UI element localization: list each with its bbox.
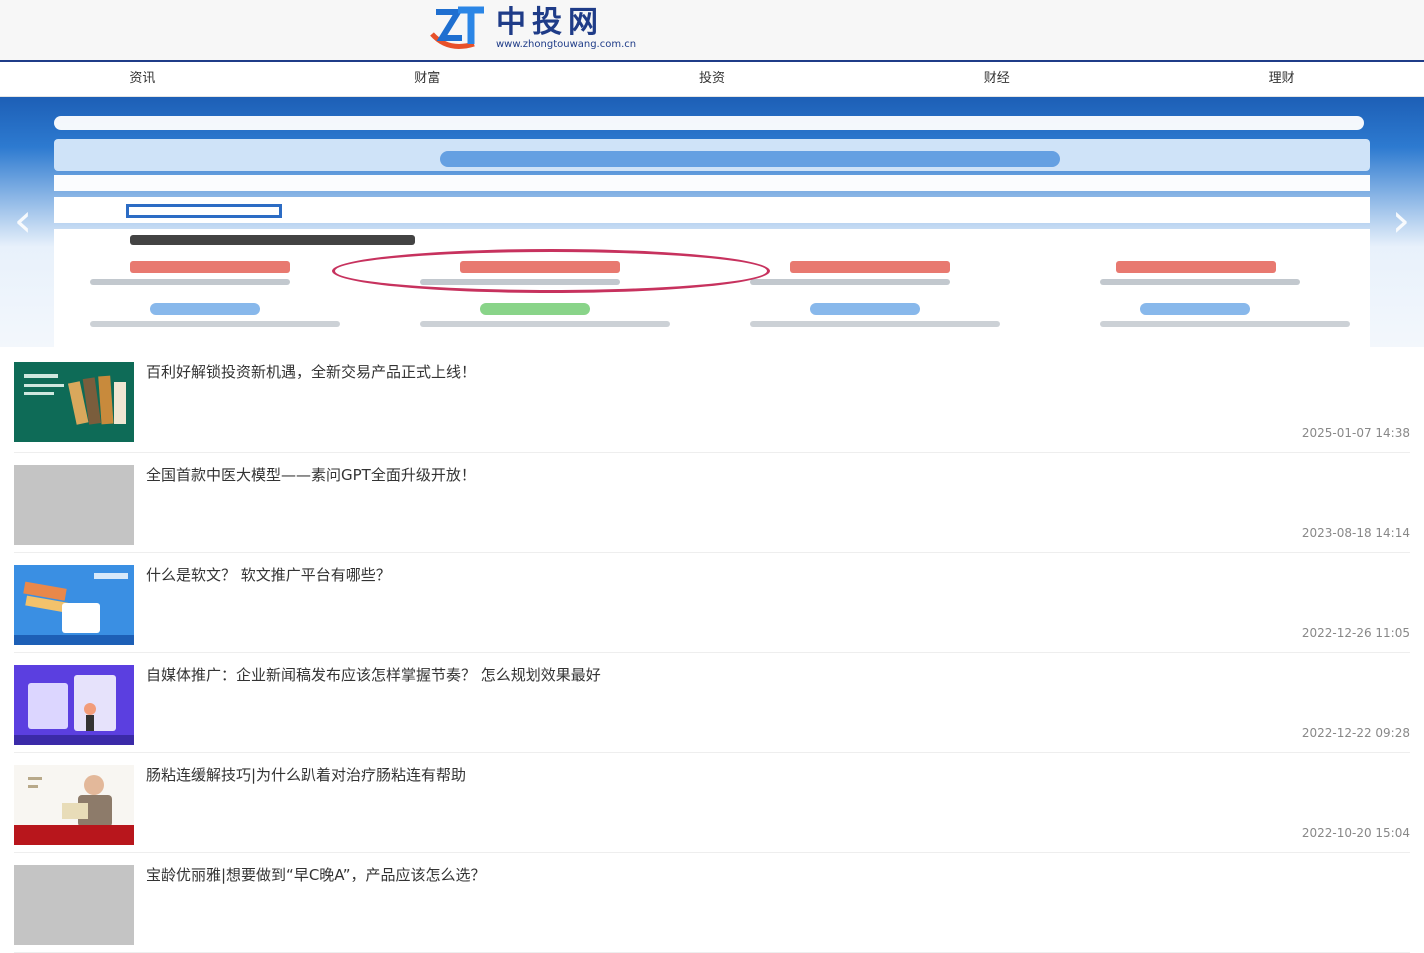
article-thumbnail[interactable] bbox=[14, 362, 134, 442]
list-item[interactable]: 肠粘连缓解技巧|为什么趴着对治疗肠粘连有帮助 2022-10-20 15:04 bbox=[14, 753, 1410, 853]
logo-url: www.zhongtouwang.com.cn bbox=[496, 39, 637, 50]
banner-image-pill bbox=[810, 303, 920, 315]
books-illustration-icon bbox=[14, 565, 134, 645]
nav-item-wealth[interactable]: 财富 bbox=[285, 62, 570, 96]
banner-image-service-tag bbox=[1116, 261, 1276, 273]
nav-item-investment[interactable]: 投资 bbox=[570, 62, 855, 96]
carousel-next-arrow-icon[interactable]: › bbox=[1386, 197, 1416, 243]
logo-title: 中投网 bbox=[496, 5, 604, 40]
article-date: 2025-01-07 14:38 bbox=[1301, 426, 1410, 440]
banner-image-chip bbox=[440, 151, 1060, 167]
site-header: 中投网 www.zhongtouwang.com.cn bbox=[0, 0, 1424, 62]
list-item[interactable]: 自媒体推广：企业新闻稿发布应该怎样掌握节奏？ 怎么规划效果最好 2022-12-… bbox=[14, 653, 1410, 753]
nav-item-news[interactable]: 资讯 bbox=[0, 62, 285, 96]
list-item[interactable]: 全国首款中医大模型——素问GPT全面升级开放！ 2023-08-18 14:14 bbox=[14, 453, 1410, 553]
banner-image-service-text bbox=[750, 321, 1000, 327]
banner-image-pill bbox=[480, 303, 590, 315]
main-nav: 资讯 财富 投资 财经 理财 bbox=[0, 62, 1424, 97]
banner-image-highlight bbox=[332, 249, 770, 293]
zt-logo-icon bbox=[430, 6, 484, 49]
article-date: 2022-12-26 11:05 bbox=[1301, 626, 1410, 640]
banner-carousel[interactable]: ‹ › bbox=[0, 97, 1424, 347]
banner-image-notice-tag bbox=[126, 204, 282, 218]
article-title[interactable]: 全国首款中医大模型——素问GPT全面升级开放！ bbox=[146, 465, 476, 552]
article-thumbnail-placeholder[interactable] bbox=[14, 465, 134, 545]
banner-image-service-text bbox=[750, 279, 950, 285]
banner-image-heading bbox=[130, 235, 415, 245]
list-item[interactable]: 百利好解锁投资新机遇，全新交易产品正式上线！ 2025-01-07 14:38 bbox=[14, 347, 1410, 453]
nav-item-finance[interactable]: 财经 bbox=[854, 62, 1139, 96]
banner-image-panel bbox=[54, 229, 1370, 347]
article-thumbnail[interactable] bbox=[14, 665, 134, 745]
article-title[interactable]: 百利好解锁投资新机遇，全新交易产品正式上线！ bbox=[146, 362, 476, 452]
banner-image-row bbox=[54, 175, 1370, 191]
media-promotion-illustration-icon bbox=[14, 665, 134, 745]
article-thumbnail[interactable] bbox=[14, 765, 134, 845]
banner-image-service-text bbox=[420, 321, 670, 327]
article-title[interactable]: 肠粘连缓解技巧|为什么趴着对治疗肠粘连有帮助 bbox=[146, 765, 466, 852]
banner-image-service-text bbox=[90, 279, 290, 285]
carousel-prev-arrow-icon[interactable]: ‹ bbox=[8, 197, 38, 243]
article-title[interactable]: 自媒体推广：企业新闻稿发布应该怎样掌握节奏？ 怎么规划效果最好 bbox=[146, 665, 601, 752]
banner-image-pill bbox=[1140, 303, 1250, 315]
list-item[interactable]: 宝龄优丽雅|想要做到“早C晚A”，产品应该怎么选？ bbox=[14, 853, 1410, 953]
article-title[interactable]: 什么是软文？ 软文推广平台有哪些？ bbox=[146, 565, 391, 652]
article-thumbnail[interactable] bbox=[14, 565, 134, 645]
list-item[interactable]: 什么是软文？ 软文推广平台有哪些？ 2022-12-26 11:05 bbox=[14, 553, 1410, 653]
article-date: 2022-12-22 09:28 bbox=[1301, 726, 1410, 740]
article-title[interactable]: 宝龄优丽雅|想要做到“早C晚A”，产品应该怎么选？ bbox=[146, 865, 485, 952]
banner-image-pill bbox=[150, 303, 260, 315]
nav-item-money-management[interactable]: 理财 bbox=[1139, 62, 1424, 96]
banner-image-service-text bbox=[1100, 321, 1350, 327]
banner-image-service-tag bbox=[130, 261, 290, 273]
site-logo[interactable]: 中投网 www.zhongtouwang.com.cn bbox=[428, 4, 636, 54]
banner-image-service-text bbox=[90, 321, 340, 327]
trading-cards-icon bbox=[24, 374, 126, 425]
article-list: 百利好解锁投资新机遇，全新交易产品正式上线！ 2025-01-07 14:38 … bbox=[0, 347, 1424, 953]
article-thumbnail-placeholder[interactable] bbox=[14, 865, 134, 945]
banner-image-service-tag bbox=[790, 261, 950, 273]
article-date: 2023-08-18 14:14 bbox=[1301, 526, 1410, 540]
article-date: 2022-10-20 15:04 bbox=[1301, 826, 1410, 840]
doctor-reading-photo-icon bbox=[14, 765, 134, 845]
banner-image-search-bar bbox=[54, 116, 1364, 130]
banner-image-service-text bbox=[1100, 279, 1300, 285]
